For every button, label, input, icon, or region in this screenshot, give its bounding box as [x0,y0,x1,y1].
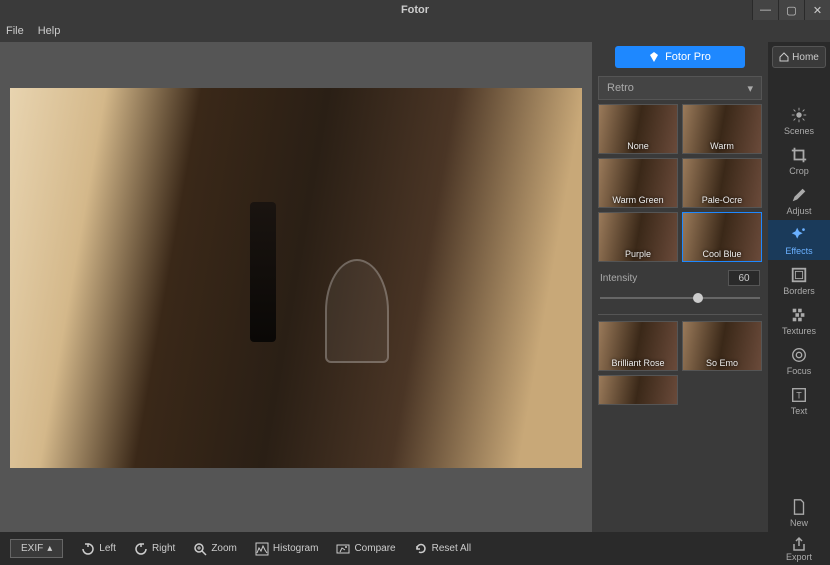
crop-icon [790,146,808,164]
tool-text[interactable]: T Text [768,380,830,420]
tool-crop[interactable]: Crop [768,140,830,180]
effect-so-emo[interactable]: So Emo [682,321,762,371]
chevron-down-icon: ▾ [747,82,753,95]
effect-thumbnails-2: Brilliant Rose So Emo [592,317,768,409]
menubar: File Help [0,20,830,42]
intensity-value[interactable]: 60 [728,270,760,286]
tool-adjust[interactable]: Adjust [768,180,830,220]
slider-knob[interactable] [693,293,703,303]
exif-button[interactable]: EXIF ▴ [10,539,63,558]
rotate-left-button[interactable]: Left [81,542,116,556]
compare-button[interactable]: Compare [336,542,395,556]
reset-all-button[interactable]: Reset All [414,542,471,556]
slider-line [600,297,760,299]
intensity-label: Intensity [600,273,637,284]
tool-export[interactable]: Export [768,532,830,565]
effect-cool-blue[interactable]: Cool Blue [682,212,762,262]
tool-focus[interactable]: Focus [768,340,830,380]
sun-icon [790,106,808,124]
effect-warm[interactable]: Warm [682,104,762,154]
divider [598,314,762,315]
effect-none[interactable]: None [598,104,678,154]
effect-purple[interactable]: Purple [598,212,678,262]
pencil-icon [790,186,808,204]
sparkle-icon [790,226,808,244]
menu-file[interactable]: File [6,25,24,37]
photo-preview[interactable] [10,88,582,468]
main-area: Fotor Pro Retro ▾ None Warm Warm Green P… [0,42,830,532]
right-sidebar: Home Scenes Crop Adjust Effects Borders … [768,42,830,532]
zoom-button[interactable]: Zoom [193,542,237,556]
reset-icon [414,542,428,556]
borders-icon [790,266,808,284]
text-icon: T [790,386,808,404]
compare-icon [336,542,350,556]
effect-warm-green[interactable]: Warm Green [598,158,678,208]
effect-more[interactable] [598,375,678,405]
effect-category-dropdown[interactable]: Retro ▾ [598,76,762,100]
fotor-pro-button[interactable]: Fotor Pro [615,46,745,68]
effect-pale-ocre[interactable]: Pale-Ocre [682,158,762,208]
intensity-row: Intensity 60 [592,266,768,290]
rotate-left-icon [81,542,95,556]
maximize-button[interactable]: ▢ [778,0,804,20]
canvas-area [0,42,592,532]
home-button[interactable]: Home [772,46,826,68]
home-label: Home [792,52,819,63]
titlebar: Fotor — ▢ ✕ [0,0,830,20]
tool-scenes[interactable]: Scenes [768,100,830,140]
textures-icon [790,306,808,324]
category-label: Retro [607,82,634,94]
focus-icon [790,346,808,364]
pro-label: Fotor Pro [665,51,711,63]
rotate-right-icon [134,542,148,556]
close-button[interactable]: ✕ [804,0,830,20]
window-controls: — ▢ ✕ [752,0,830,20]
zoom-icon [193,542,207,556]
tool-borders[interactable]: Borders [768,260,830,300]
tool-textures[interactable]: Textures [768,300,830,340]
chevron-up-icon: ▴ [47,543,52,554]
panel-header: Fotor Pro [592,42,768,72]
export-icon [791,536,807,552]
minimize-button[interactable]: — [752,0,778,20]
svg-text:T: T [796,391,802,401]
bottombar: EXIF ▴ Left Right Zoom Histogram Compare… [0,532,830,565]
intensity-slider[interactable] [600,290,760,306]
rotate-right-button[interactable]: Right [134,542,175,556]
tool-effects[interactable]: Effects [768,220,830,260]
app-title: Fotor [401,4,429,16]
new-file-icon [790,498,808,516]
home-icon [779,52,789,62]
tool-new[interactable]: New [768,492,830,532]
menu-help[interactable]: Help [38,25,61,37]
effect-thumbnails: None Warm Warm Green Pale-Ocre Purple Co… [592,100,768,266]
effect-brilliant-rose[interactable]: Brilliant Rose [598,321,678,371]
diamond-icon [649,52,659,62]
histogram-button[interactable]: Histogram [255,542,319,556]
histogram-icon [255,542,269,556]
effects-panel: Fotor Pro Retro ▾ None Warm Warm Green P… [592,42,768,532]
